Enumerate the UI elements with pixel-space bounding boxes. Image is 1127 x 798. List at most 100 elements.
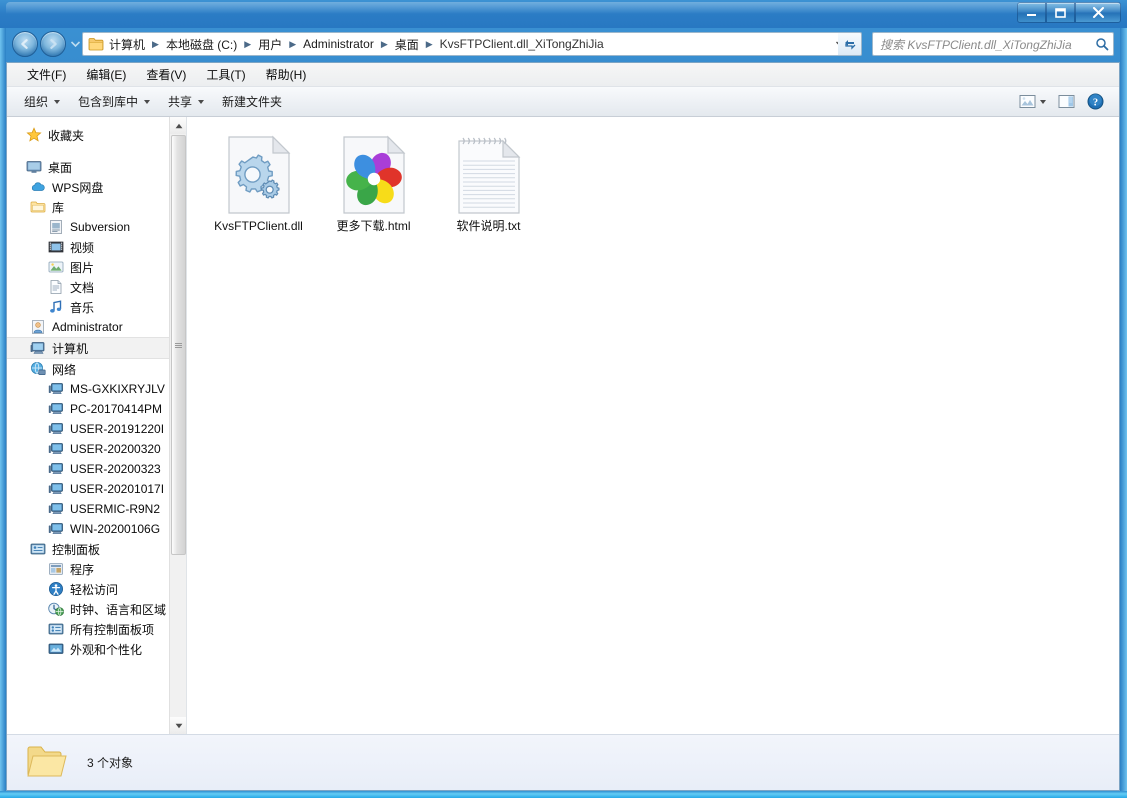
address-bar[interactable]: 计算机 ▶ 本地磁盘 (C:) ▶ 用户 ▶ Administrator ▶ 桌面 ▶ KvsFTP…	[82, 32, 850, 56]
refresh-button[interactable]	[838, 32, 862, 56]
file-item[interactable]: KvsFTPClient.dll	[201, 131, 316, 249]
minimize-button[interactable]	[1017, 2, 1046, 23]
sidebar-item-网络[interactable]: 网络	[7, 359, 186, 379]
sidebar-item-label: 收藏夹	[48, 128, 85, 143]
menu-item[interactable]: 文件(F)	[17, 63, 76, 86]
breadcrumb-item[interactable]: Administrator	[300, 35, 377, 53]
sidebar-item-wps网盘[interactable]: WPS网盘	[7, 177, 186, 197]
html-file-icon	[336, 135, 412, 215]
chevron-down-icon	[144, 99, 151, 104]
sidebar-item-label: 图片	[70, 260, 95, 275]
menu-item[interactable]: 编辑(E)	[76, 63, 136, 86]
menu-item[interactable]: 帮助(H)	[256, 63, 317, 86]
menu-item[interactable]: 工具(T)	[196, 63, 255, 86]
toolbar-button-label: 组织	[24, 95, 49, 109]
toolbar-button[interactable]: 组织	[15, 89, 69, 114]
sidebar-scrollbar[interactable]	[169, 117, 186, 734]
sidebar-item-所有控制面板项[interactable]: 所有控制面板项	[7, 619, 186, 639]
toolbar-button[interactable]: 共享	[159, 89, 213, 114]
sidebar-item-pc-20170414pm[interactable]: PC-20170414PM	[7, 399, 186, 419]
sidebar-item-label: 所有控制面板项	[70, 622, 155, 637]
breadcrumb-item[interactable]: 桌面	[392, 34, 422, 55]
sidebar-item-label: Administrator	[52, 320, 123, 334]
sidebar-item-图片[interactable]: 图片	[7, 257, 186, 277]
breadcrumb-item[interactable]: 计算机	[106, 34, 148, 55]
sidebar-item-控制面板[interactable]: 控制面板	[7, 539, 186, 559]
sidebar-item-程序[interactable]: 程序	[7, 559, 186, 579]
sidebar-item-label: MS-GXKIXRYJLV	[70, 382, 165, 396]
view-options-caret[interactable]	[1040, 99, 1046, 104]
maximize-button[interactable]	[1046, 2, 1075, 23]
view-options-icon[interactable]	[1014, 91, 1051, 112]
ease-of-access-icon	[47, 581, 65, 597]
sidebar-item-user-20200323[interactable]: USER-20200323	[7, 459, 186, 479]
scroll-down-arrow[interactable]	[170, 717, 186, 734]
file-name-label: 软件说明.txt	[456, 219, 521, 233]
search-input[interactable]: 搜索 KvsFTPClient.dll_XiTongZhiJia	[880, 36, 1095, 53]
scroll-up-arrow[interactable]	[170, 117, 186, 134]
sidebar-item-计算机[interactable]: 计算机	[7, 337, 186, 359]
breadcrumb-item[interactable]: 用户	[255, 34, 285, 55]
appearance-icon	[47, 641, 65, 657]
sidebar-item-label: 音乐	[70, 300, 95, 315]
sidebar-item-库[interactable]: 库	[7, 197, 186, 217]
sidebar-item-音乐[interactable]: 音乐	[7, 297, 186, 317]
sidebar-item-label: USER-20201017I	[70, 482, 165, 496]
sidebar-item-label: USERMIC-R9N2	[70, 502, 161, 516]
sidebar-item-win-20200106g[interactable]: WIN-20200106G	[7, 519, 186, 539]
sidebar-item-administrator[interactable]: Administrator	[7, 317, 186, 337]
preview-pane-icon[interactable]	[1053, 91, 1080, 112]
breadcrumb-separator-icon: ▶	[380, 38, 388, 49]
toolbar-left: 组织 包含到库中 共享 新建文件夹	[15, 89, 291, 114]
pictures-icon	[47, 259, 65, 275]
search-box[interactable]: 搜索 KvsFTPClient.dll_XiTongZhiJia	[872, 32, 1114, 56]
breadcrumb-item[interactable]: 本地磁盘 (C:)	[163, 34, 240, 55]
back-button[interactable]	[12, 31, 38, 57]
sidebar-item-桌面[interactable]: 桌面	[7, 157, 186, 177]
sidebar-item-label: 轻松访问	[70, 582, 119, 597]
file-item[interactable]: 更多下载.html	[316, 131, 431, 249]
breadcrumb-item[interactable]: KvsFTPClient.dll_XiTongZhiJia	[437, 35, 607, 53]
sidebar-item-收藏夹[interactable]: 收藏夹	[7, 125, 186, 145]
subversion-icon	[47, 219, 65, 235]
sidebar-item-视频[interactable]: 视频	[7, 237, 186, 257]
network-computer-icon	[47, 421, 65, 437]
sidebar-item-user-20200320[interactable]: USER-20200320	[7, 439, 186, 459]
window-border-bottom	[0, 791, 1127, 798]
navigation-tree: 收藏夹桌面 WPS网盘库 Subversion 视频图片文档音乐 Administrat…	[7, 117, 186, 659]
sidebar-item-label: USER-20200323	[70, 462, 161, 476]
sidebar-item-user-20201017i[interactable]: USER-20201017I	[7, 479, 186, 499]
sidebar-item-label: USER-20200320	[70, 442, 161, 456]
computer-icon	[29, 340, 47, 356]
main-body: 收藏夹桌面 WPS网盘库 Subversion 视频图片文档音乐 Administrat…	[7, 117, 1119, 734]
forward-button[interactable]	[40, 31, 66, 57]
sidebar-item-文档[interactable]: 文档	[7, 277, 186, 297]
sidebar-item-label: 控制面板	[52, 542, 101, 557]
close-button[interactable]	[1075, 2, 1121, 23]
documents-icon	[47, 279, 65, 295]
command-toolbar: 组织 包含到库中 共享 新建文件夹 ?	[7, 87, 1119, 117]
menu-item[interactable]: 查看(V)	[136, 63, 196, 86]
sidebar-item-label: WPS网盘	[52, 180, 104, 195]
sidebar-item-user-20191220i[interactable]: USER-20191220I	[7, 419, 186, 439]
music-icon	[47, 299, 65, 315]
sidebar-item-时钟-语言和区域[interactable]: 时钟、语言和区域	[7, 599, 186, 619]
sidebar-item-轻松访问[interactable]: 轻松访问	[7, 579, 186, 599]
text-file-icon	[451, 135, 527, 215]
recent-pages-dropdown[interactable]	[71, 34, 80, 54]
sidebar-item-subversion[interactable]: Subversion	[7, 217, 186, 237]
toolbar-button[interactable]: 包含到库中	[69, 89, 159, 114]
help-icon[interactable]: ?	[1082, 90, 1109, 113]
sidebar-item-usermic-r9n2[interactable]: USERMIC-R9N2	[7, 499, 186, 519]
network-computer-icon	[47, 401, 65, 417]
library-icon	[29, 199, 47, 215]
file-item[interactable]: 软件说明.txt	[431, 131, 546, 249]
file-list-pane[interactable]: KvsFTPClient.dll 更多下载.html 软件说明.txt	[187, 117, 1119, 734]
sidebar-item-ms-gxkixryjlv[interactable]: MS-GXKIXRYJLV	[7, 379, 186, 399]
client-area: 文件(F) 编辑(E) 查看(V) 工具(T) 帮助(H) 组织 包含到库中 共享 新建文件夹	[6, 62, 1120, 791]
toolbar-button[interactable]: 新建文件夹	[213, 89, 291, 114]
search-icon	[1095, 37, 1109, 51]
sidebar-item-外观和个性化[interactable]: 外观和个性化	[7, 639, 186, 659]
network-computer-icon	[47, 501, 65, 517]
scroll-thumb[interactable]	[171, 135, 186, 555]
